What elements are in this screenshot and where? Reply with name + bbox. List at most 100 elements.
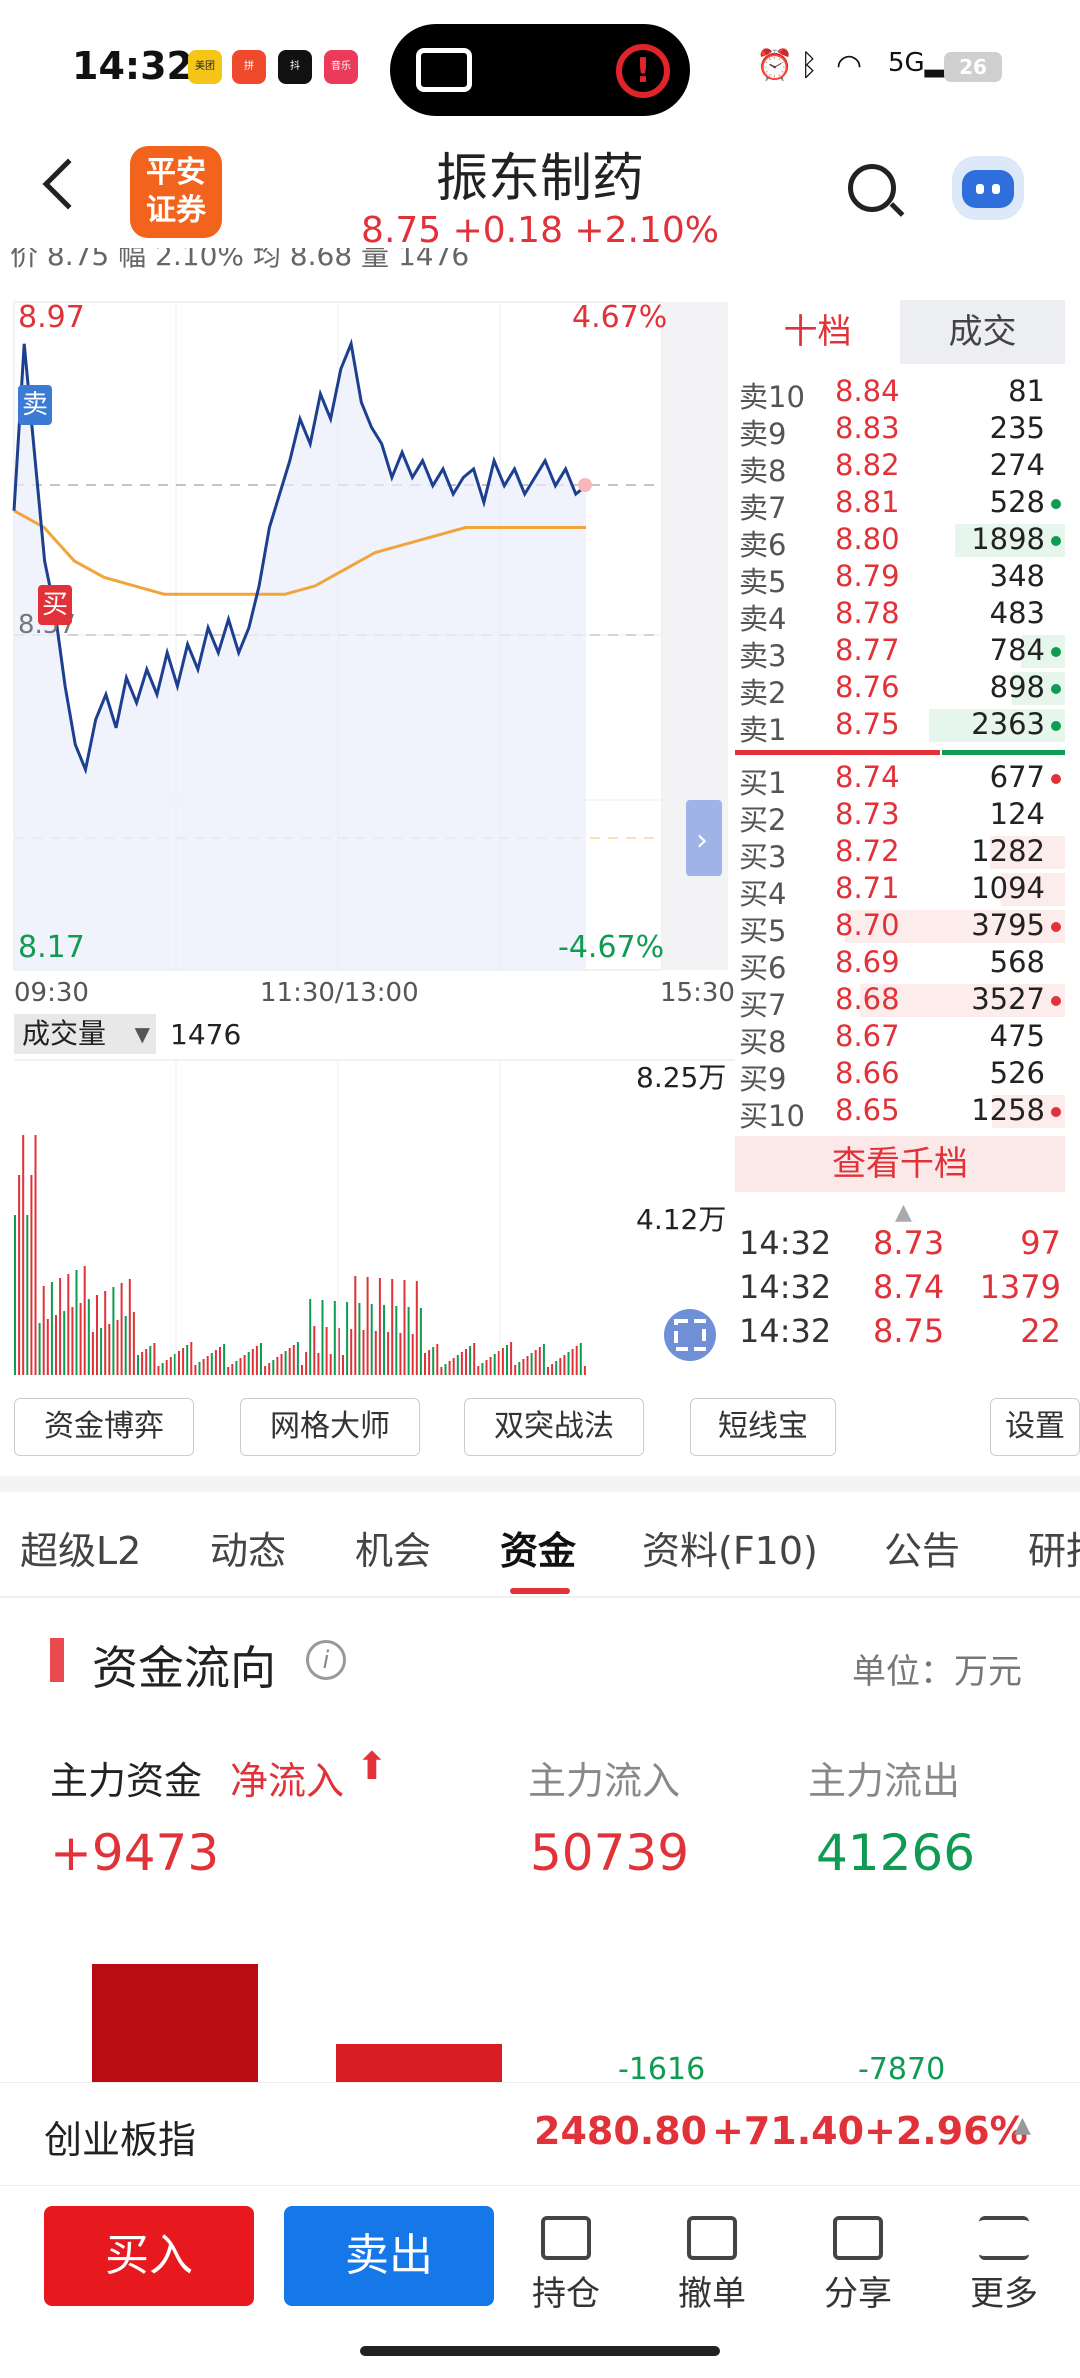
- volume-bar: [542, 1344, 545, 1375]
- tab-trades[interactable]: 成交: [900, 300, 1065, 364]
- volume-bar: [510, 1342, 513, 1375]
- level-label: 卖6: [739, 528, 787, 562]
- view-all-levels-button[interactable]: 查看千档: [735, 1136, 1065, 1192]
- order-book-row[interactable]: 卖9 8.83 235: [735, 411, 1065, 451]
- buy-button[interactable]: 买入: [44, 2206, 254, 2306]
- order-book-row[interactable]: 卖1 8.75 2363: [735, 707, 1065, 747]
- order-book-row[interactable]: 卖5 8.79 348: [735, 559, 1065, 599]
- trade-row: 14:32 8.74 1379: [735, 1268, 1065, 1312]
- music-app-icon: 音乐: [324, 50, 358, 84]
- tool-grid-master[interactable]: 网格大师: [240, 1398, 420, 1456]
- trade-price: 8.74: [873, 1268, 945, 1306]
- share-button[interactable]: 分享: [808, 2216, 908, 2315]
- tab-announcements[interactable]: 公告: [884, 1520, 960, 1575]
- order-book-row[interactable]: 买1 8.74 677: [735, 760, 1065, 800]
- volume-bar: [157, 1366, 160, 1375]
- tool-capital-game[interactable]: 资金博弈: [14, 1398, 194, 1456]
- tab-opportunity[interactable]: 机会: [355, 1520, 431, 1575]
- tool-short-line[interactable]: 短线宝: [690, 1398, 836, 1456]
- order-book-row[interactable]: 卖2 8.76 898: [735, 670, 1065, 710]
- tab-research[interactable]: 研报: [1028, 1520, 1080, 1575]
- order-book-row[interactable]: 买7 8.68 3527: [735, 982, 1065, 1022]
- volume-bar: [465, 1349, 467, 1375]
- tab-dynamics[interactable]: 动态: [210, 1520, 286, 1575]
- home-indicator[interactable]: [360, 2346, 720, 2356]
- tab-ten-levels[interactable]: 十档: [735, 300, 900, 364]
- level-price: 8.82: [835, 448, 900, 482]
- volume-indicator-select[interactable]: 成交量 ▼: [14, 1014, 156, 1054]
- back-icon[interactable]: [42, 158, 94, 210]
- order-book-row[interactable]: 卖7 8.81 528: [735, 485, 1065, 525]
- volume-bar: [538, 1347, 541, 1375]
- volume-bar: [440, 1367, 443, 1375]
- positions-button[interactable]: 持仓: [516, 2216, 616, 2315]
- buy-marker[interactable]: 买: [38, 585, 72, 625]
- volume-bar: [268, 1363, 271, 1375]
- volume-bar: [350, 1329, 353, 1375]
- order-book-row[interactable]: 买4 8.71 1094: [735, 871, 1065, 911]
- pct-max-label: 4.67%: [572, 300, 668, 335]
- assistant-robot-icon[interactable]: [952, 156, 1024, 220]
- order-book-row[interactable]: 买3 8.72 1282: [735, 834, 1065, 874]
- order-book-row[interactable]: 卖4 8.78 483: [735, 596, 1065, 636]
- sell-marker[interactable]: 卖: [18, 385, 52, 425]
- tool-double-break[interactable]: 双突战法: [464, 1398, 644, 1456]
- dynamic-island[interactable]: !: [390, 24, 690, 116]
- share-label: 分享: [824, 2274, 892, 2314]
- index-value: 2480.80: [534, 2109, 708, 2153]
- level-price: 8.67: [835, 1019, 900, 1053]
- tab-super-l2[interactable]: 超级L2: [20, 1520, 141, 1575]
- volume-bar: [202, 1359, 205, 1375]
- info-icon[interactable]: i: [306, 1640, 346, 1680]
- order-book-row[interactable]: 买8 8.67 475: [735, 1019, 1065, 1059]
- level-label: 卖3: [739, 639, 787, 673]
- order-book-row[interactable]: 买5 8.70 3795: [735, 908, 1065, 948]
- stock-header: 平安 证券 振东制药 8.75 +0.18 +2.10%: [0, 130, 1080, 260]
- level-volume: 677: [989, 760, 1045, 794]
- level-volume: 1898: [971, 522, 1045, 556]
- volume-bar: [374, 1331, 377, 1375]
- order-book-row[interactable]: 买6 8.69 568: [735, 945, 1065, 985]
- collapse-arrow-icon[interactable]: ▲: [895, 1200, 912, 1225]
- order-book-row[interactable]: 卖6 8.80 1898: [735, 522, 1065, 562]
- change-dot: [1051, 536, 1061, 546]
- volume-bar: [469, 1346, 472, 1375]
- main-funds-label: 主力资金: [50, 1759, 203, 1803]
- volume-bar: [547, 1367, 549, 1375]
- order-book-row[interactable]: 卖3 8.77 784: [735, 633, 1065, 673]
- order-book-row[interactable]: 卖8 8.82 274: [735, 448, 1065, 488]
- trade-price: 8.73: [873, 1224, 945, 1262]
- fullscreen-icon: [664, 1309, 716, 1361]
- volume-bar: [14, 1215, 16, 1375]
- cancel-order-icon: [687, 2216, 737, 2260]
- index-ticker-bar[interactable]: 创业板指 2480.80 +71.40 +2.96% ▲: [0, 2082, 1080, 2186]
- cancel-order-button[interactable]: 撤单: [662, 2216, 762, 2315]
- volume-bar: [460, 1352, 463, 1375]
- more-button[interactable]: 更多: [954, 2216, 1054, 2315]
- order-book-row[interactable]: 买2 8.73 124: [735, 797, 1065, 837]
- order-book-row[interactable]: 买9 8.66 526: [735, 1056, 1065, 1096]
- volume-bar: [333, 1301, 336, 1375]
- logo-line1: 平安: [146, 155, 206, 190]
- volume-bar: [206, 1356, 209, 1375]
- volume-bar: [251, 1349, 254, 1375]
- sell-button[interactable]: 卖出: [284, 2206, 494, 2306]
- tab-f10[interactable]: 资料(F10): [642, 1520, 818, 1575]
- tab-funds[interactable]: 资金: [500, 1520, 576, 1575]
- volume-bar: [551, 1364, 554, 1375]
- change-dot: [1051, 774, 1061, 784]
- tool-settings[interactable]: 设置: [990, 1398, 1080, 1456]
- volume-bar: [514, 1365, 517, 1375]
- volume-bar: [358, 1303, 361, 1375]
- volume-bar: [555, 1361, 558, 1375]
- level-price: 8.69: [835, 945, 900, 979]
- volume-bar: [116, 1320, 119, 1375]
- intraday-chart[interactable]: › 8.97 4.67% 8.57 8.17 -4.67% 卖 买 09:30 …: [0, 260, 735, 1375]
- broker-logo[interactable]: 平安 证券: [130, 146, 222, 238]
- logo-line2: 证券: [146, 193, 206, 228]
- expand-up-icon[interactable]: ▲: [1014, 2113, 1031, 2138]
- search-icon[interactable]: [848, 164, 896, 212]
- order-book-row[interactable]: 卖10 8.84 81: [735, 374, 1065, 414]
- pct-min-label: -4.67%: [558, 930, 665, 965]
- order-book-row[interactable]: 买10 8.65 1258: [735, 1093, 1065, 1133]
